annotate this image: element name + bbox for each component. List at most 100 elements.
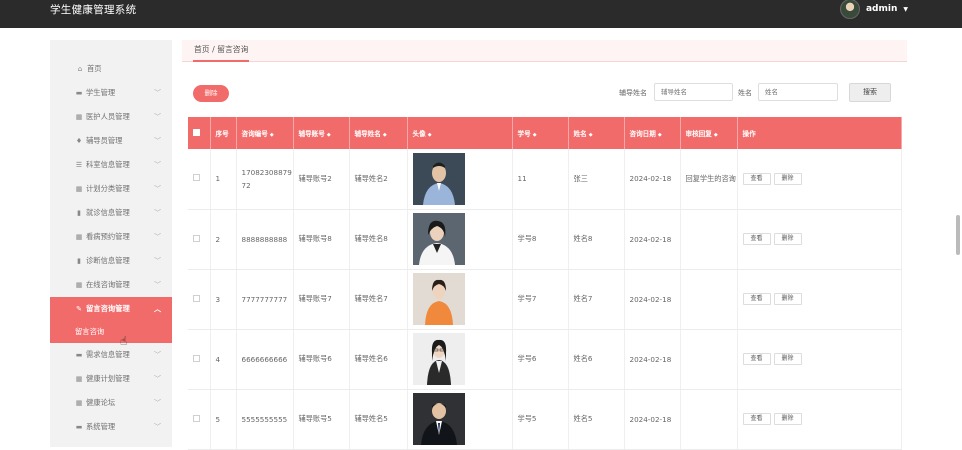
view-button[interactable]: 查看 xyxy=(742,233,771,245)
tutor-name-label: 辅导姓名 xyxy=(619,89,647,97)
user-card-icon: ▬ xyxy=(75,89,83,97)
table-row[interactable]: 4 6666666666 辅导账号6 辅导姓名6 学号6 姓名6 2024-02-18 查看删… xyxy=(188,329,902,390)
cell-code: 5555555555 xyxy=(236,389,294,450)
home-icon: ⌂ xyxy=(77,65,83,73)
row-checkbox[interactable] xyxy=(188,149,211,210)
delete-button[interactable]: 删除 xyxy=(773,413,802,425)
table-row[interactable]: 3 7777777777 辅导账号7 辅导姓名7 学号7 姓名7 2024-02-18 查看删… xyxy=(188,269,902,330)
sidebar-subitem-label: 留言咨询 xyxy=(75,327,105,336)
sidebar-item[interactable]: ☰ 科室信息管理 ﹀ xyxy=(50,153,172,177)
sidebar-item-label: 科室信息管理 xyxy=(86,160,130,169)
cell-avatar xyxy=(407,389,513,450)
sidebar: ⌂ 首页 ▬ 学生管理 ﹀ ▦ 医护人员管理 ﹀ ♦ 辅导员管理 ﹀ ☰ 科室信息管理 ﹀ ▦ 计划分类管… xyxy=(50,40,172,447)
sidebar-item[interactable]: ▬ 学生管理 ﹀ xyxy=(50,81,172,105)
row-checkbox[interactable] xyxy=(188,269,211,330)
avatar-photo xyxy=(412,273,465,325)
cell-account: 辅导账号5 xyxy=(293,389,350,450)
sidebar-item[interactable]: ▦ 计划分类管理 ﹀ xyxy=(50,177,172,201)
scrollbar[interactable] xyxy=(956,215,960,255)
sidebar-item[interactable]: ▬ 需求信息管理 ﹀ xyxy=(50,343,172,367)
sidebar-item-label: 看病预约管理 xyxy=(86,232,130,241)
sidebar-item-label: 就诊信息管理 xyxy=(86,208,130,217)
cell-avatar xyxy=(407,209,513,270)
row-checkbox[interactable] xyxy=(188,209,211,270)
header-date[interactable]: 咨询日期 ◆ xyxy=(624,117,681,149)
header-reply[interactable]: 审核回复 ◆ xyxy=(680,117,738,149)
chevron-down-icon: ﹀ xyxy=(154,399,161,407)
cell-date: 2024-02-18 xyxy=(624,149,681,210)
breadcrumb-bar: 首页 / 留言咨询 xyxy=(182,40,907,62)
sidebar-item-label: 系统管理 xyxy=(86,422,116,431)
delete-button[interactable]: 删除 xyxy=(773,233,802,245)
table-row[interactable]: 2 8888888888 辅导账号8 辅导姓名8 学号8 姓名8 2024-02-18 查看删… xyxy=(188,209,902,270)
avatar-photo xyxy=(412,152,465,205)
table-header-row: 序号 咨询编号 ◆ 辅导账号 ◆ 辅导姓名 ◆ 头像 ◆ 学号 ◆ 姓名 ◆ 咨询日期 ◆ 审… xyxy=(188,117,902,149)
header-student-id[interactable]: 学号 ◆ xyxy=(512,117,569,149)
cell-student-id: 学号7 xyxy=(512,269,569,330)
message-icon: ▬ xyxy=(75,423,83,431)
view-button[interactable]: 查看 xyxy=(742,353,771,365)
delete-button[interactable]: 删除 xyxy=(773,172,802,185)
chevron-down-icon: ﹀ xyxy=(154,137,161,145)
delete-button[interactable]: 删除 xyxy=(773,353,802,365)
caret-down-icon[interactable]: ▼ xyxy=(903,6,908,13)
sidebar-item-label: 健康计划管理 xyxy=(86,374,130,383)
batch-delete-button[interactable]: 删除 xyxy=(193,85,229,102)
header-account[interactable]: 辅导账号 ◆ xyxy=(293,117,350,149)
sidebar-item[interactable]: ▬ 系统管理 ﹀ xyxy=(50,415,172,439)
user-name[interactable]: admin xyxy=(866,4,897,14)
cell-actions: 查看 删除 xyxy=(737,269,902,330)
sidebar-item[interactable]: ▦ 健康计划管理 ﹀ xyxy=(50,367,172,391)
chevron-down-icon: ﹀ xyxy=(154,185,161,193)
cell-name: 姓名6 xyxy=(568,329,625,390)
select-all-checkbox[interactable] xyxy=(188,117,211,149)
table-row[interactable]: 1 1708230887972 辅导账号2 辅导姓名2 11 张三 2024-02-18 回复… xyxy=(188,149,902,210)
header-name[interactable]: 姓名 ◆ xyxy=(568,117,625,149)
name-input[interactable] xyxy=(758,83,838,101)
grid-icon: ▦ xyxy=(75,281,83,289)
view-button[interactable]: 查看 xyxy=(742,172,771,185)
sidebar-item[interactable]: ▦ 看病预约管理 ﹀ xyxy=(50,225,172,249)
header-code[interactable]: 咨询编号 ◆ xyxy=(236,117,294,149)
cell-code: 7777777777 xyxy=(236,269,294,330)
sort-icon: ◆ xyxy=(532,132,537,138)
cell-name: 张三 xyxy=(568,149,625,210)
sort-icon: ◆ xyxy=(588,132,593,138)
tutor-name-input[interactable] xyxy=(654,83,733,101)
user-menu[interactable]: admin ▼ xyxy=(839,0,908,19)
sidebar-item[interactable]: ▮ 诊断信息管理 ﹀ xyxy=(50,249,172,273)
row-checkbox[interactable] xyxy=(188,389,211,450)
chevron-down-icon: ﹀ xyxy=(154,113,161,121)
chevron-down-icon: ﹀ xyxy=(154,281,161,289)
cell-index: 1 xyxy=(210,149,237,210)
sidebar-item[interactable]: ▦ 医护人员管理 ﹀ xyxy=(50,105,172,129)
row-checkbox[interactable] xyxy=(188,329,211,390)
header-index: 序号 xyxy=(210,117,237,149)
table-row[interactable]: 5 5555555555 辅导账号5 辅导姓名5 学号5 姓名5 2024-02-18 查看删… xyxy=(188,389,902,450)
search-button[interactable]: 搜索 xyxy=(849,83,891,102)
avatar[interactable] xyxy=(839,0,860,19)
sidebar-item-message-consult[interactable]: ✎ 留言咨询管理 ︿ xyxy=(50,297,172,321)
chevron-down-icon: ﹀ xyxy=(154,233,161,241)
header-tutor[interactable]: 辅导姓名 ◆ xyxy=(349,117,408,149)
cell-name: 姓名7 xyxy=(568,269,625,330)
chevron-down-icon: ﹀ xyxy=(154,161,161,169)
grid-icon: ▦ xyxy=(75,113,83,121)
sidebar-item[interactable]: ▦ 健康论坛 ﹀ xyxy=(50,391,172,415)
sidebar-item[interactable]: ▦ 在线咨询管理 ﹀ xyxy=(50,273,172,297)
sidebar-item[interactable]: ♦ 辅导员管理 ﹀ xyxy=(50,129,172,153)
sort-icon: ◆ xyxy=(713,132,718,138)
view-button[interactable]: 查看 xyxy=(742,413,771,425)
cell-actions: 查看 删除 xyxy=(737,329,902,390)
cell-code: 6666666666 xyxy=(236,329,294,390)
cell-actions: 查看 删除 xyxy=(737,389,902,450)
view-button[interactable]: 查看 xyxy=(742,293,771,305)
sidebar-item-home[interactable]: ⌂ 首页 xyxy=(50,57,172,81)
sort-icon: ◆ xyxy=(326,132,331,138)
sidebar-item[interactable]: ▮ 就诊信息管理 ﹀ xyxy=(50,201,172,225)
header-avatar[interactable]: 头像 ◆ xyxy=(407,117,513,149)
thumb-icon: ✎ xyxy=(76,305,82,313)
delete-button[interactable]: 删除 xyxy=(773,293,802,305)
cell-index: 4 xyxy=(210,329,237,390)
sidebar-subitem-message-consult[interactable]: 留言咨询 xyxy=(50,321,172,343)
